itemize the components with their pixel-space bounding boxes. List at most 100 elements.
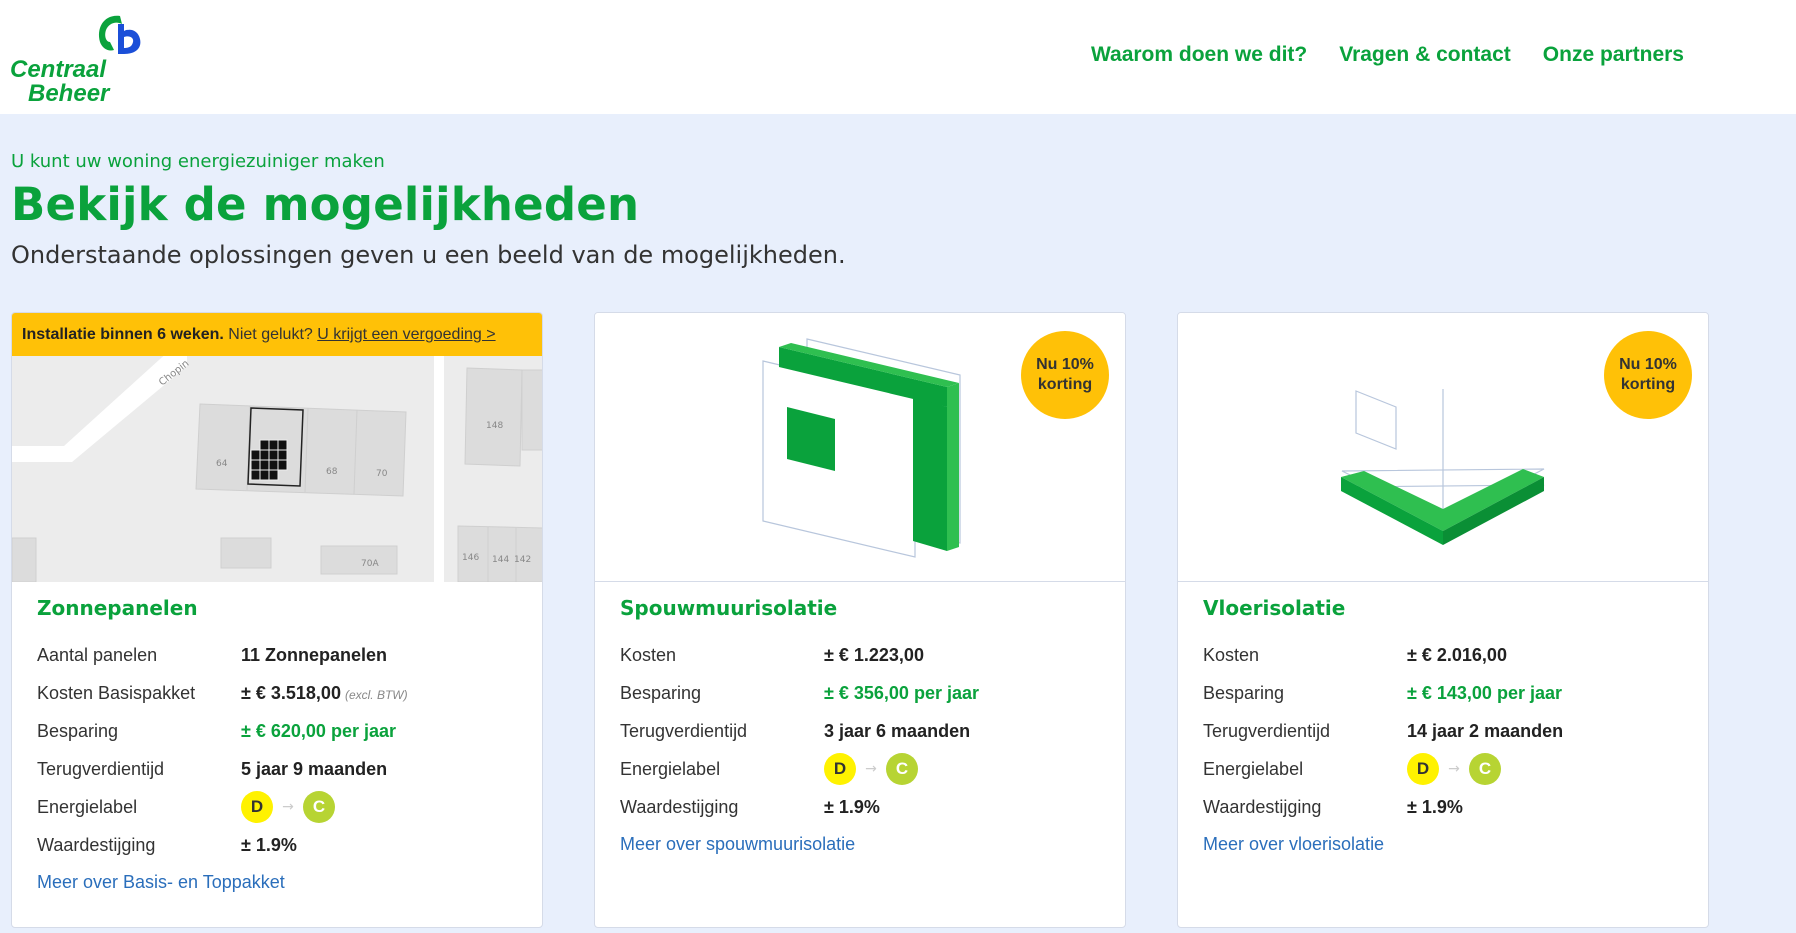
page-title: Bekijk de mogelijkheden — [11, 178, 640, 231]
card-title: Zonnepanelen — [37, 596, 198, 620]
detail-label: Waardestijging — [1203, 796, 1322, 817]
detail-value: 11 Zonnepanelen — [241, 644, 388, 665]
energy-label-to: C — [1469, 753, 1501, 785]
roof-map-illustration: Chopin 64 68 70 148 146 144 142 70A — [12, 356, 542, 582]
roof-map: Chopin 64 68 70 148 146 144 142 70A — [12, 356, 542, 582]
page-subtitle: Onderstaande oplossingen geven u een bee… — [11, 241, 846, 269]
energy-label-change: D → C — [1407, 750, 1501, 788]
detail-row: Waardestijging ± 1.9% — [620, 788, 1100, 826]
detail-label: Besparing — [1203, 682, 1285, 703]
detail-value: 3 jaar 6 maanden — [824, 720, 971, 741]
banner-link[interactable]: U krijgt een vergoeding > — [317, 326, 495, 343]
energy-label-row: Energielabel D → C — [1203, 750, 1683, 788]
detail-label: Besparing — [37, 720, 119, 741]
detail-row: Kosten ± € 1.223,00 — [620, 636, 1100, 674]
energy-label-to: C — [886, 753, 918, 785]
wall-insulation-illustration: Nu 10% korting — [595, 313, 1125, 582]
detail-row: Besparing ± € 620,00 per jaar — [37, 712, 517, 750]
banner-text: Niet gelukt? — [228, 326, 313, 343]
arrow-right-icon: → — [282, 799, 294, 815]
detail-label: Energielabel — [620, 758, 721, 779]
detail-row: Besparing ± € 356,00 per jaar — [620, 674, 1100, 712]
detail-value: ± € 2.016,00 — [1407, 644, 1507, 665]
brand-line-2: Beheer — [28, 80, 110, 107]
card-title: Vloerisolatie — [1203, 596, 1346, 620]
brand-wordmark: Centraal Beheer — [10, 58, 109, 106]
detail-label: Kosten — [620, 644, 677, 665]
detail-value: ± 1.9% — [1407, 796, 1463, 817]
house-number-146: 146 — [462, 553, 479, 563]
card-body: Vloerisolatie Kosten ± € 2.016,00 Bespar… — [1178, 582, 1708, 855]
brand-line-1: Centraal — [10, 56, 107, 83]
intro-section: U kunt uw woning energiezuiniger maken B… — [11, 151, 846, 269]
more-info-link[interactable]: Meer over spouwmuurisolatie — [620, 834, 1100, 855]
nav-link-waarom[interactable]: Waarom doen we dit? — [1091, 43, 1307, 67]
nav-link-vragen-contact[interactable]: Vragen & contact — [1339, 43, 1511, 67]
detail-label: Energielabel — [37, 796, 138, 817]
house-number-142: 142 — [514, 555, 531, 565]
discount-badge: Nu 10% korting — [1021, 331, 1109, 419]
centraal-beheer-logo[interactable]: Centraal Beheer — [10, 12, 141, 106]
brand-mark-icon — [98, 15, 141, 54]
savings-value: ± € 620,00 per jaar — [241, 720, 396, 741]
detail-label: Waardestijging — [620, 796, 739, 817]
detail-row: Kosten ± € 2.016,00 — [1203, 636, 1683, 674]
detail-row: Aantal panelen 11 Zonnepanelen — [37, 636, 517, 674]
detail-label: Aantal panelen — [37, 644, 158, 665]
arrow-right-icon: → — [1448, 761, 1460, 777]
detail-label: Energielabel — [1203, 758, 1304, 779]
detail-row: Kosten Basispakket ± € 3.518,00 (excl. BT… — [37, 674, 517, 712]
card-body: Spouwmuurisolatie Kosten ± € 1.223,00 Be… — [595, 582, 1125, 855]
banner-bold-text: Installatie binnen 6 weken. — [22, 326, 224, 343]
detail-value: ± € 1.223,00 — [824, 644, 924, 665]
detail-value: ± 1.9% — [824, 796, 880, 817]
detail-label: Terugverdientijd — [1203, 720, 1331, 741]
nav-link-partners[interactable]: Onze partners — [1543, 43, 1684, 67]
site-header: Centraal Beheer Waarom doen we dit? Vrag… — [0, 0, 1796, 114]
detail-row: Terugverdientijd 14 jaar 2 maanden — [1203, 712, 1683, 750]
house-number-144: 144 — [492, 555, 509, 565]
energy-label-change: D → C — [824, 750, 918, 788]
energy-label-from: D — [241, 791, 273, 823]
detail-value: ± 1.9% — [241, 834, 297, 855]
floor-insulation-illustration: Nu 10% korting — [1178, 313, 1708, 582]
detail-label: Besparing — [620, 682, 702, 703]
excl-btw-note: (excl. BTW) — [344, 687, 408, 702]
energy-label-change: D → C — [241, 788, 335, 826]
detail-label: Kosten Basispakket — [37, 682, 196, 703]
house-number-70a: 70A — [361, 559, 379, 569]
card-body: Zonnepanelen Aantal panelen 11 Zonnepane… — [12, 582, 542, 893]
house-number-64: 64 — [216, 459, 228, 469]
energy-label-row: Energielabel D → C — [620, 750, 1100, 788]
house-number-68: 68 — [326, 467, 338, 477]
energy-label-to: C — [303, 791, 335, 823]
detail-value-wrap: ± € 3.518,00 (excl. BTW) — [241, 683, 408, 704]
house-number-148: 148 — [486, 421, 503, 431]
more-info-link[interactable]: Meer over Basis- en Toppakket — [37, 872, 517, 893]
card-zonnepanelen: Installatie binnen 6 weken. Niet gelukt?… — [11, 312, 543, 928]
detail-row: Terugverdientijd 3 jaar 6 maanden — [620, 712, 1100, 750]
card-vloerisolatie: Nu 10% korting Vloerisolatie Kosten ± € … — [1177, 312, 1709, 928]
detail-label: Waardestijging — [37, 834, 156, 855]
detail-label: Terugverdientijd — [37, 758, 165, 779]
more-info-link[interactable]: Meer over vloerisolatie — [1203, 834, 1683, 855]
installation-banner: Installatie binnen 6 weken. Niet gelukt?… — [12, 313, 542, 356]
detail-value: 5 jaar 9 maanden — [241, 758, 388, 779]
card-spouwmuurisolatie: Nu 10% korting Spouwmuurisolatie Kosten … — [594, 312, 1126, 928]
detail-label: Terugverdientijd — [620, 720, 748, 741]
detail-value: ± € 3.518,00 — [241, 682, 341, 703]
savings-value: ± € 143,00 per jaar — [1407, 682, 1562, 703]
arrow-right-icon: → — [865, 761, 877, 777]
detail-row: Terugverdientijd 5 jaar 9 maanden — [37, 750, 517, 788]
energy-label-from: D — [1407, 753, 1439, 785]
savings-value: ± € 356,00 per jaar — [824, 682, 979, 703]
discount-badge: Nu 10% korting — [1604, 331, 1692, 419]
detail-label: Kosten — [1203, 644, 1260, 665]
card-title: Spouwmuurisolatie — [620, 596, 838, 620]
detail-row: Waardestijging ± 1.9% — [37, 826, 517, 864]
intro-kicker: U kunt uw woning energiezuiniger maken — [11, 151, 385, 172]
main-nav: Waarom doen we dit? Vragen & contact Onz… — [1091, 43, 1684, 67]
energy-label-from: D — [824, 753, 856, 785]
detail-value: 14 jaar 2 maanden — [1407, 720, 1564, 741]
energy-label-row: Energielabel D → C — [37, 788, 517, 826]
